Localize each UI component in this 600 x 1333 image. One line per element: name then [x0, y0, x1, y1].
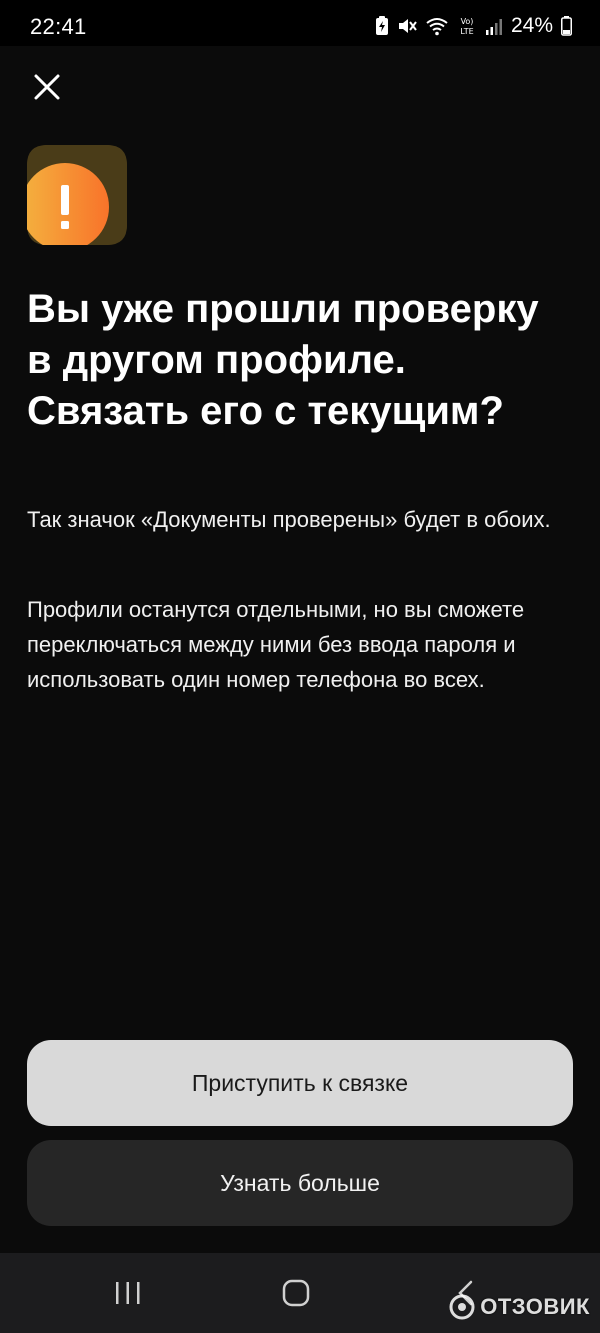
- verification-link-screen: Вы уже прошли проверку в другом профиле.…: [0, 46, 600, 1253]
- close-button[interactable]: [30, 70, 64, 104]
- recent-apps-icon: [116, 1282, 140, 1304]
- svg-text:Vo): Vo): [461, 17, 474, 26]
- home-button[interactable]: [266, 1273, 326, 1313]
- volte-icon: Vo) LTE: [457, 15, 477, 37]
- navigation-bar: ОТЗОВИК: [0, 1253, 600, 1333]
- home-icon: [282, 1279, 310, 1307]
- exclamation-icon: [21, 145, 127, 251]
- page-title: Вы уже прошли проверку в другом профиле.…: [27, 287, 539, 433]
- otzovik-logo-icon: [449, 1294, 475, 1320]
- description-paragraph-1: Так значок «Документы проверены» будет в…: [27, 507, 551, 532]
- watermark: ОТЗОВИК: [448, 1293, 590, 1321]
- signal-icon: [485, 17, 503, 35]
- status-icons: Vo) LTE 24%: [375, 14, 572, 38]
- learn-more-button[interactable]: Узнать больше: [27, 1140, 573, 1226]
- battery-icon: [561, 16, 572, 36]
- battery-percentage: 24%: [510, 14, 553, 37]
- mute-icon: [397, 16, 417, 36]
- battery-saver-icon: [375, 16, 389, 36]
- recent-apps-button[interactable]: [98, 1273, 158, 1313]
- start-linking-button[interactable]: Приступить к связке: [27, 1040, 573, 1126]
- watermark-text: ОТЗОВИК: [480, 1294, 590, 1319]
- description-paragraph-2: Профили останутся отдельными, но вы смож…: [27, 597, 525, 692]
- status-time: 22:41: [30, 14, 87, 39]
- close-icon: [34, 74, 60, 100]
- svg-text:LTE: LTE: [460, 27, 473, 36]
- status-bar: 22:41 Vo) LTE 24%: [0, 0, 600, 46]
- wifi-icon: [425, 16, 449, 36]
